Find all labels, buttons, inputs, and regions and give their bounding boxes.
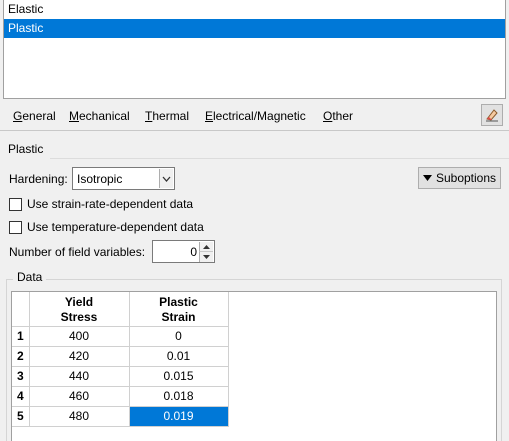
section-separator [50, 158, 509, 159]
behavior-item-elastic[interactable]: Elastic [4, 0, 505, 19]
field-variables-spinner[interactable]: 0 [152, 240, 215, 263]
material-behaviors-list[interactable]: Elastic Plastic [3, 0, 506, 99]
section-title: Plastic [8, 142, 44, 156]
menu-other-label: ther [332, 109, 354, 123]
menu-other-mnemonic: O [323, 109, 333, 123]
menu-general[interactable]: General [13, 109, 56, 124]
field-variables-value: 0 [190, 245, 197, 259]
row-number[interactable]: 1 [12, 326, 30, 347]
temperature-checkbox[interactable] [9, 221, 22, 234]
strain-rate-label: Use strain-rate-dependent data [27, 197, 194, 211]
plastic-strain-cell[interactable]: 0.01 [129, 346, 229, 367]
dropdown-arrow-icon[interactable] [159, 169, 173, 188]
yield-stress-cell[interactable]: 480 [29, 406, 130, 427]
yield-stress-cell[interactable]: 420 [29, 346, 130, 367]
menu-general-label: eneral [22, 109, 56, 123]
table-row: 2 420 0.01 [12, 346, 229, 367]
hardening-select[interactable]: Isotropic [72, 167, 175, 190]
yield-stress-cell[interactable]: 400 [29, 326, 130, 347]
table-row: 1 400 0 [12, 326, 229, 347]
menu-general-mnemonic: G [13, 109, 23, 123]
menu-electrical-mnemonic: E [205, 109, 214, 123]
suboptions-label: Suboptions [435, 171, 497, 185]
plastic-strain-cell[interactable]: 0.018 [129, 386, 229, 407]
header-yield-stress[interactable]: Yield Stress [29, 292, 130, 327]
yield-stress-cell[interactable]: 460 [29, 386, 130, 407]
header-strain-line1: Plastic [159, 294, 198, 309]
table-row: 4 460 0.018 [12, 386, 229, 407]
menu-electrical-magnetic[interactable]: Electrical/Magnetic [205, 109, 306, 124]
data-group-label: Data [13, 270, 47, 284]
table-corner-cell [12, 292, 30, 327]
hardening-value: Isotropic [77, 172, 123, 186]
spin-up-icon[interactable] [199, 242, 213, 252]
data-table: Yield Stress Plastic Strain 1 400 0 2 420 … [12, 292, 229, 427]
row-number[interactable]: 5 [12, 406, 30, 427]
plastic-strain-cell[interactable]: 0.015 [129, 366, 229, 387]
plastic-strain-cell[interactable]: 0 [129, 326, 229, 347]
data-table-container[interactable]: Yield Stress Plastic Strain 1 400 0 2 420 … [11, 291, 497, 441]
edit-eraser-icon [486, 109, 498, 122]
suboptions-button[interactable]: Suboptions [418, 167, 501, 189]
menu-thermal-label: hermal [152, 109, 190, 123]
field-variables-label: Number of field variables: [9, 245, 146, 259]
table-row: 3 440 0.015 [12, 366, 229, 387]
menu-electrical-label: lectrical/Magnetic [213, 109, 306, 123]
temperature-label: Use temperature-dependent data [27, 220, 204, 234]
menu-mechanical-mnemonic: M [69, 109, 79, 123]
hardening-label: Hardening: [9, 172, 68, 186]
menu-other[interactable]: Other [323, 109, 353, 124]
menu-mechanical-label: echanical [79, 109, 130, 123]
table-row: 5 480 0.019 [12, 406, 229, 427]
triangle-down-icon [422, 175, 432, 181]
header-yield-line1: Yield [64, 294, 94, 309]
delete-behavior-button[interactable] [481, 104, 503, 126]
header-plastic-strain[interactable]: Plastic Strain [129, 292, 229, 327]
menu-bar: General Mechanical Thermal Electrical/Ma… [0, 104, 509, 129]
table-header-row: Yield Stress Plastic Strain [12, 292, 229, 327]
menu-mechanical[interactable]: Mechanical [69, 109, 130, 124]
row-number[interactable]: 2 [12, 346, 30, 367]
header-strain-line2: Strain [161, 309, 196, 324]
behavior-item-plastic[interactable]: Plastic [4, 19, 505, 38]
menu-separator [0, 130, 509, 131]
row-number[interactable]: 3 [12, 366, 30, 387]
menu-thermal[interactable]: Thermal [145, 109, 189, 124]
plastic-strain-cell-selected[interactable]: 0.019 [129, 406, 229, 427]
strain-rate-checkbox[interactable] [9, 198, 22, 211]
yield-stress-cell[interactable]: 440 [29, 366, 130, 387]
spin-down-icon[interactable] [199, 252, 213, 262]
row-number[interactable]: 4 [12, 386, 30, 407]
header-yield-line2: Stress [60, 309, 98, 324]
